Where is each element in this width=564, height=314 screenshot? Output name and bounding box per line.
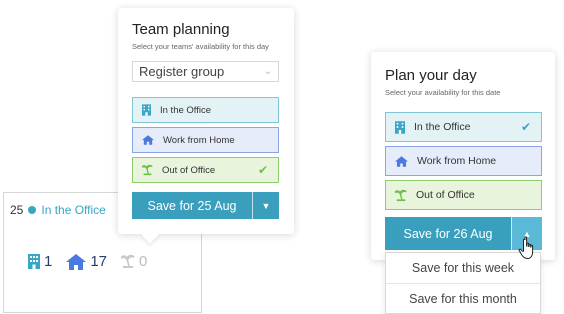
save-options-button[interactable]: ▼: [252, 192, 279, 219]
out-count-value: 0: [139, 253, 148, 270]
palm-tree-icon: [395, 189, 407, 201]
team-planning-title: Team planning: [132, 21, 230, 38]
building-icon: [142, 104, 151, 116]
palm-tree-icon: [121, 254, 135, 268]
home-count: 17: [66, 253, 107, 270]
option-work-from-home[interactable]: Work from Home: [132, 127, 279, 153]
day-cell-header: 25 In the Office: [10, 203, 106, 217]
option-label: Out of Office: [416, 189, 475, 201]
building-icon: [28, 254, 40, 269]
home-icon: [395, 155, 408, 167]
option-in-office[interactable]: In the Office ✔: [385, 112, 542, 142]
option-label: In the Office: [414, 121, 471, 133]
building-icon: [395, 120, 405, 134]
office-count-value: 1: [44, 253, 53, 270]
team-planning-popover: Team planning Select your teams' availab…: [118, 8, 294, 234]
caret-down-icon: ▼: [261, 200, 271, 211]
team-planning-subtitle: Select your teams' availability for this…: [132, 42, 269, 51]
option-out-of-office[interactable]: Out of Office ✔: [132, 157, 279, 183]
day-status: In the Office: [41, 203, 106, 217]
home-icon: [142, 135, 154, 145]
day-date: 25: [10, 203, 24, 217]
menu-item-save-week[interactable]: Save for this week: [386, 253, 540, 283]
availability-counts: 1 17 0: [28, 253, 161, 270]
option-work-from-home[interactable]: Work from Home: [385, 146, 542, 176]
option-label: Work from Home: [417, 155, 497, 167]
home-count-value: 17: [90, 253, 108, 270]
save-button[interactable]: Save for 25 Aug: [132, 192, 252, 219]
option-label: In the Office: [160, 104, 212, 116]
home-icon: [66, 253, 87, 270]
check-icon: ✔: [257, 163, 268, 177]
menu-item-save-month[interactable]: Save for this month: [386, 283, 540, 313]
plan-your-day-popover: Plan your day Select your availability f…: [371, 52, 555, 260]
out-count: 0: [121, 253, 147, 270]
option-label: Work from Home: [163, 134, 235, 146]
palm-tree-icon: [142, 164, 153, 176]
chevron-down-icon: ⌄: [263, 66, 272, 77]
group-select-value: Register group: [139, 64, 225, 79]
plan-day-subtitle: Select your availability for this date: [385, 88, 501, 97]
option-out-of-office[interactable]: Out of Office: [385, 180, 542, 210]
save-options-menu: Save for this week Save for this month: [385, 252, 541, 314]
plan-day-title: Plan your day: [385, 67, 477, 84]
save-button[interactable]: Save for 26 Aug: [385, 217, 511, 250]
check-icon: ✔: [520, 120, 531, 134]
option-label: Out of Office: [162, 164, 216, 176]
status-dot-icon: [28, 206, 37, 214]
option-in-office[interactable]: In the Office: [132, 97, 279, 123]
group-select[interactable]: Register group ⌄: [132, 61, 279, 82]
hand-pointer-icon: [518, 236, 534, 260]
office-count: 1: [28, 253, 52, 270]
